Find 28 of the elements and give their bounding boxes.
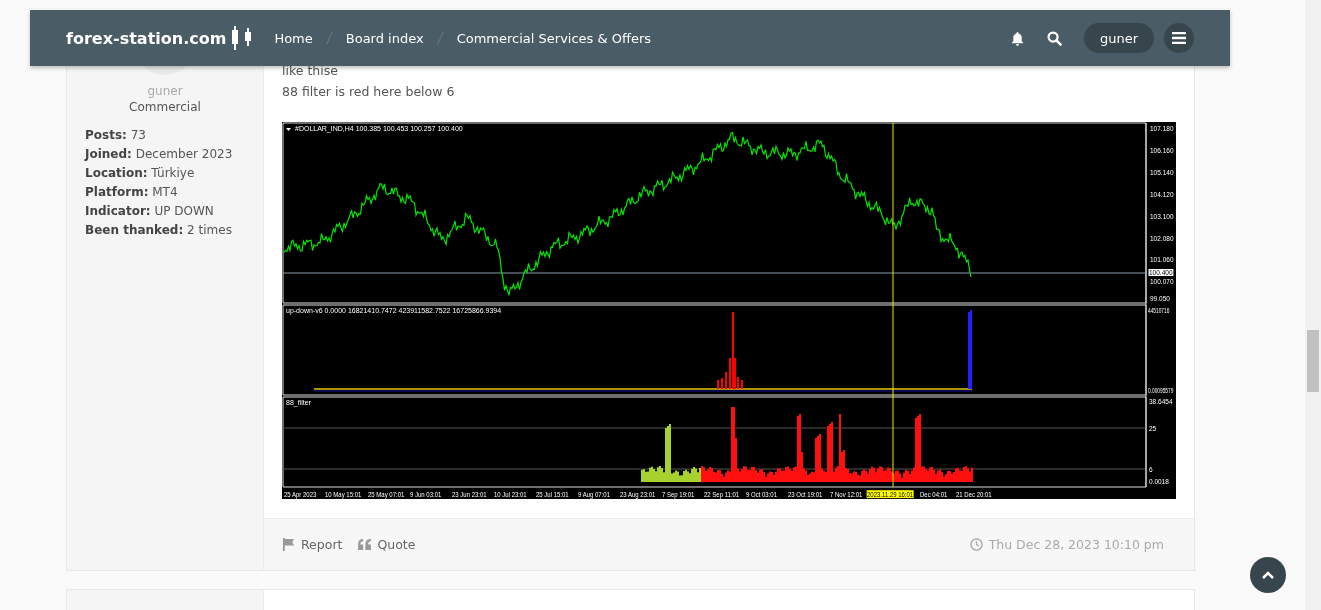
profile-stat: Been thanked: 2 times [85,222,233,239]
back-to-top-button[interactable] [1250,557,1286,593]
bell-icon[interactable] [1009,30,1025,46]
scrollbar-thumb[interactable] [1307,330,1319,392]
profile-stat: Posts: 73 [85,127,147,144]
clock-icon [969,538,983,551]
user-menu-button[interactable]: guner [1083,23,1154,53]
profile-stat: Platform: MT4 [85,184,179,201]
report-link[interactable]: Report [282,537,343,552]
post-date: Thu Dec 28, 2023 10:10 pm [969,537,1164,552]
breadcrumb-link[interactable]: Home [274,30,313,46]
post-text: 88 filter is red here below 6 [282,83,456,101]
menu-button[interactable] [1164,23,1194,53]
flag-icon [282,538,295,551]
breadcrumb-link[interactable]: Commercial Services & Offers [456,30,652,46]
profile-stat: Indicator: UP DOWN [85,203,215,220]
profile-stat: Location: Türkiye [85,165,196,182]
quote-link[interactable]: Quote [358,537,416,552]
scrollbar[interactable] [1305,0,1321,610]
chevron-up-icon [1261,570,1275,580]
menu-icon [1172,32,1186,44]
breadcrumb-link[interactable]: Board index [345,30,424,46]
candlestick-icon [232,26,253,50]
dropdown-icon [286,128,291,131]
quote-icon [358,539,372,550]
search-icon[interactable] [1046,30,1062,46]
profile-stat: Joined: December 2023 [85,146,234,163]
author-rank: Commercial [129,100,201,114]
